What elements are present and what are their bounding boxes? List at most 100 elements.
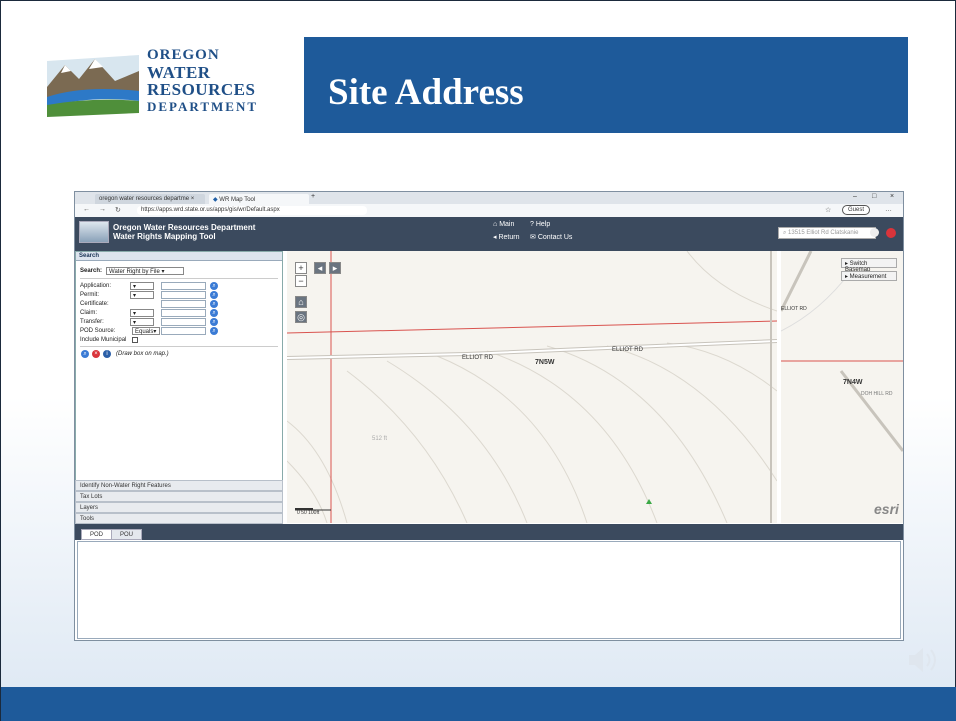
minimize-icon[interactable]: – — [853, 193, 857, 200]
divider-2 — [80, 346, 278, 347]
contact-link-label: Contact Us — [537, 234, 573, 241]
slide-title: Site Address — [328, 72, 524, 113]
logo-line4: DEPARTMENT — [147, 99, 259, 114]
help-link[interactable]: ? Help — [530, 221, 550, 228]
app-logo — [79, 221, 109, 243]
accordion-layers[interactable]: Layers — [75, 502, 283, 513]
restore-icon[interactable]: □ — [872, 193, 876, 200]
refresh-icon[interactable]: ↻ — [115, 206, 121, 214]
favorite-icon[interactable]: ☆ — [825, 206, 831, 214]
landscape-logo-icon — [47, 55, 139, 117]
esri-logo: esri — [874, 501, 899, 517]
pod-source-value: Equals — [135, 329, 154, 335]
pod-source-select[interactable]: Equals▾ — [132, 327, 160, 335]
info-icon[interactable]: i — [103, 350, 111, 358]
transfer-op-select[interactable]: ▾ — [130, 318, 154, 326]
logo-text: OREGON WATER RESOURCES DEPARTMENT — [147, 47, 258, 115]
transfer-input[interactable] — [161, 318, 206, 326]
permit-label: Permit: — [80, 292, 100, 298]
township-label-2: 7N4W — [843, 379, 863, 386]
address-search-text: 13515 Elliot Rd Clatskanie — [788, 230, 859, 236]
include-municipal-checkbox[interactable] — [132, 337, 138, 343]
zoom-in-button[interactable]: + — [295, 262, 307, 274]
accordion-identify[interactable]: Identify Non-Water Right Features — [75, 480, 283, 491]
application-input[interactable] — [161, 282, 206, 290]
map-view[interactable]: + − ◂ ▸ ⌂ ◎ ELLIOT RD ELLIOT RD 7N5W 512… — [287, 251, 777, 523]
app-title: Oregon Water Resources Department Water … — [113, 223, 255, 241]
url-field[interactable]: https://apps.wrd.state.or.us/apps/gis/wr… — [137, 206, 367, 215]
claim-search-icon[interactable]: ⌕ — [210, 309, 218, 317]
browser-tabbar: oregon water resources departme × ◆ WR M… — [75, 192, 903, 204]
township-label: 7N5W — [535, 359, 555, 366]
zoom-out-button[interactable]: − — [295, 275, 307, 287]
search-type-select[interactable]: Water Right by File ▾ — [106, 267, 184, 275]
tab-2-label: WR Map Tool — [219, 197, 256, 203]
permit-search-icon[interactable]: ⌕ — [210, 291, 218, 299]
road-label-4: DOH HILL RD — [861, 391, 893, 397]
logo-line2: WATER — [147, 63, 211, 82]
search-type-value: Water Right by File — [109, 269, 160, 275]
browser-tab-2[interactable]: ◆ WR Map Tool — [209, 194, 309, 204]
road-label-3: ELLIOT RD — [781, 306, 807, 312]
measurement-button[interactable]: ▸ Measurement — [841, 271, 897, 281]
permit-input[interactable] — [161, 291, 206, 299]
certificate-label: Certificate: — [80, 301, 109, 307]
browser-screenshot: oregon water resources departme × ◆ WR M… — [74, 191, 904, 641]
road-label-1: ELLIOT RD — [462, 355, 493, 361]
claim-op-select[interactable]: ▾ — [130, 309, 154, 317]
app-title-line2: Water Rights Mapping Tool — [113, 232, 216, 241]
certificate-search-icon[interactable]: ⌕ — [210, 300, 218, 308]
clear-icon[interactable]: × — [92, 350, 100, 358]
app-title-line1: Oregon Water Resources Department — [113, 223, 256, 232]
speaker-icon[interactable] — [905, 642, 943, 678]
tab-pou[interactable]: POU — [111, 529, 143, 540]
search-label: Search: — [80, 268, 103, 274]
contact-link[interactable]: ✉ Contact Us — [530, 233, 572, 241]
tab-1-label: oregon water resources departme — [99, 196, 190, 202]
application-label: Application: — [80, 283, 112, 289]
tab-pod[interactable]: POD — [81, 529, 113, 540]
accordion-tools[interactable]: Tools — [75, 513, 283, 524]
pod-source-search-icon[interactable]: ⌕ — [210, 327, 218, 335]
pod-source-input[interactable] — [161, 327, 206, 335]
main-link[interactable]: ⌂ Main — [493, 221, 514, 228]
return-link-label: Return — [498, 234, 520, 241]
close-search-icon[interactable] — [886, 228, 896, 238]
permit-op-select[interactable]: ▾ — [130, 291, 154, 299]
address-search-input[interactable]: ⌕ 13515 Elliot Rd Clatskanie — [778, 227, 876, 239]
back-icon[interactable]: ← — [83, 206, 90, 213]
logo-line1: OREGON — [147, 47, 220, 63]
new-tab-icon[interactable]: + — [311, 193, 315, 200]
claim-input[interactable] — [161, 309, 206, 317]
next-extent-button[interactable]: ▸ — [329, 262, 341, 274]
forward-icon[interactable]: → — [99, 206, 106, 213]
prev-extent-button[interactable]: ◂ — [314, 262, 326, 274]
claim-label: Claim: — [80, 310, 98, 316]
slide-footer-band — [1, 687, 956, 721]
pod-source-label: POD Source: — [80, 328, 116, 334]
title-band: Site Address — [304, 37, 908, 133]
draw-box-hint: (Draw box on map.) — [116, 351, 169, 357]
close-window-icon[interactable]: × — [890, 193, 894, 200]
address-bar: ← → ↻ https://apps.wrd.state.or.us/apps/… — [75, 204, 903, 217]
scale-bar-label: 0 50 100ft — [297, 510, 320, 516]
draw-search-icon[interactable]: ⌕ — [81, 350, 89, 358]
home-button[interactable]: ⌂ — [295, 296, 307, 308]
map-secondary-view[interactable]: ▸ Switch Basemap ▸ Measurement 7N4W DOH … — [781, 251, 903, 523]
app-header: Oregon Water Resources Department Water … — [75, 217, 903, 251]
accordion-tax-lots[interactable]: Tax Lots — [75, 491, 283, 502]
switch-basemap-button[interactable]: ▸ Switch Basemap — [841, 258, 897, 273]
logo-line3: RESOURCES — [147, 80, 256, 99]
application-op-select[interactable]: ▾ — [130, 282, 154, 290]
locate-button[interactable]: ◎ — [295, 311, 307, 323]
application-search-icon[interactable]: ⌕ — [210, 282, 218, 290]
clear-search-icon[interactable] — [870, 228, 879, 237]
transfer-search-icon[interactable]: ⌕ — [210, 318, 218, 326]
slide: OREGON WATER RESOURCES DEPARTMENT Site A… — [0, 0, 956, 721]
certificate-input[interactable] — [161, 300, 206, 308]
return-link[interactable]: ◂ Return — [493, 233, 519, 241]
results-tabbar: POD POU — [75, 524, 903, 540]
profile-button[interactable]: Guest — [842, 205, 871, 215]
menu-icon[interactable]: … — [885, 206, 892, 213]
browser-tab-1[interactable]: oregon water resources departme × — [95, 194, 205, 204]
